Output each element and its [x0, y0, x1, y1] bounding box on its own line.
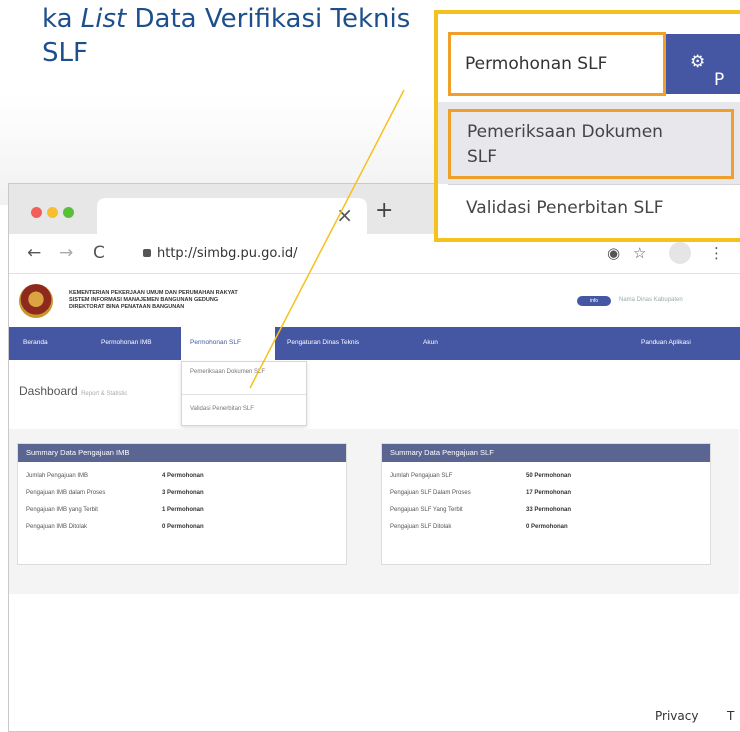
callout-next-text: P [714, 70, 725, 90]
callout-pemeriksaan-item[interactable]: Pemeriksaan Dokumen SLF [448, 109, 734, 179]
zoom-callout: Permohonan SLF ⚙ P Pemeriksaan Dokumen S… [434, 10, 740, 242]
callout-next-tab[interactable]: ⚙ P [666, 34, 740, 94]
tutorial-figure: ka List Data Verifikasi Teknis SLF × + ←… [0, 0, 740, 732]
callout-tab-label: Permohonan SLF [465, 54, 608, 74]
callout-item1-label: Pemeriksaan Dokumen SLF [467, 122, 663, 167]
callout-divider [448, 184, 740, 185]
callout-next-label: ⚙ P [690, 52, 725, 90]
callout-permohonan-slf-tab[interactable]: Permohonan SLF [448, 32, 666, 96]
callout-validasi-item[interactable]: Validasi Penerbitan SLF [466, 198, 664, 218]
